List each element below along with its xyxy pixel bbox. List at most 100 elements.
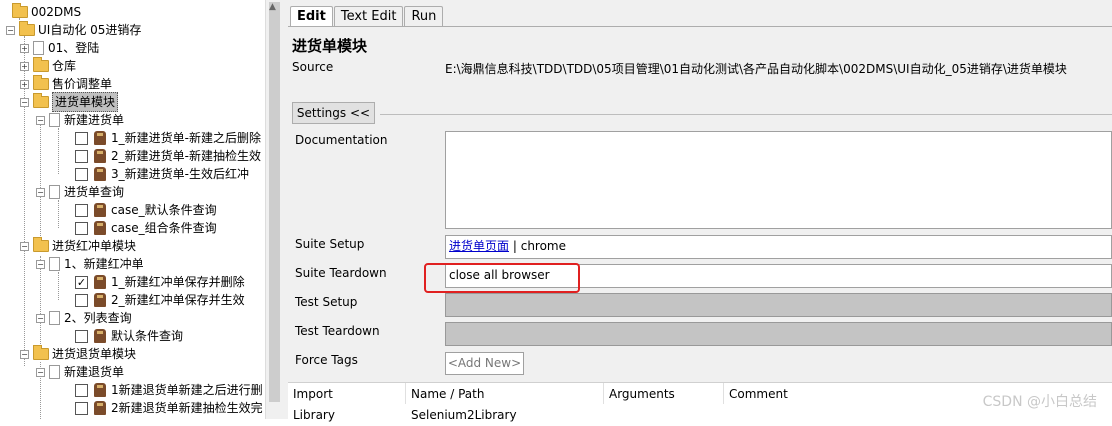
tree-node-label: 3_新建进货单-生效后红冲 bbox=[111, 167, 249, 181]
tree-node-return-module[interactable]: − 进货退货单模块 bbox=[20, 345, 136, 363]
suite-setup-field[interactable]: 进货单页面 | chrome bbox=[445, 235, 1112, 259]
collapse-icon[interactable]: − bbox=[36, 187, 45, 197]
tree-test-case[interactable]: ✓ 1_新建红冲单保存并删除 bbox=[75, 273, 245, 291]
tree-node-purchase-module[interactable]: − 进货单模块 bbox=[20, 92, 119, 112]
expand-icon[interactable]: + bbox=[20, 79, 29, 89]
tree-test-case[interactable]: 2_新建红冲单保存并生效 bbox=[75, 291, 245, 309]
source-label: Source bbox=[292, 60, 334, 74]
suite-setup-argument: chrome bbox=[520, 239, 567, 253]
column-header[interactable]: Arguments bbox=[604, 383, 724, 405]
tree-node-red-module[interactable]: − 进货红冲单模块 bbox=[20, 237, 136, 255]
tree-node-label: 进货单查询 bbox=[64, 185, 125, 199]
test-checkbox[interactable] bbox=[75, 401, 88, 415]
suite-teardown-label: Suite Teardown bbox=[295, 266, 387, 280]
file-icon bbox=[49, 113, 60, 127]
tree-scrollbar[interactable]: ▲ bbox=[265, 0, 282, 419]
robot-icon bbox=[94, 275, 106, 289]
collapse-icon[interactable]: − bbox=[20, 97, 29, 107]
test-checkbox-checked[interactable]: ✓ bbox=[75, 275, 88, 289]
tree-test-case[interactable]: 1新建退货单新建之后进行删 bbox=[75, 381, 263, 399]
folder-icon bbox=[33, 75, 49, 90]
scrollbar-thumb[interactable] bbox=[269, 2, 280, 402]
divider bbox=[380, 114, 1112, 115]
add-new-tag-button[interactable]: <Add New> bbox=[445, 352, 524, 375]
robot-icon bbox=[94, 221, 106, 235]
tree-node-label: 2_新建进货单-新建抽检生效 bbox=[111, 149, 261, 163]
folder-icon bbox=[33, 345, 49, 360]
tree-node-label: case_组合条件查询 bbox=[111, 221, 217, 235]
test-checkbox[interactable] bbox=[75, 149, 88, 163]
tree-test-case[interactable]: 2_新建进货单-新建抽检生效 bbox=[75, 147, 261, 165]
tree-node-new-red[interactable]: − 1、新建红冲单 bbox=[36, 255, 144, 273]
test-checkbox[interactable] bbox=[75, 293, 88, 307]
tree-node-login[interactable]: + 01、登陆 bbox=[20, 39, 99, 57]
tree-test-case[interactable]: 1_新建进货单-新建之后删除 bbox=[75, 129, 261, 147]
folder-icon bbox=[12, 3, 28, 18]
tree-node-label: 002DMS bbox=[31, 5, 82, 19]
collapse-icon[interactable]: − bbox=[36, 367, 45, 377]
test-checkbox[interactable] bbox=[75, 221, 88, 235]
tree-node-list-query[interactable]: − 2、列表查询 bbox=[36, 309, 132, 327]
collapse-icon[interactable]: − bbox=[6, 25, 15, 35]
collapse-icon[interactable]: − bbox=[20, 349, 29, 359]
tree-node-label: 2_新建红冲单保存并生效 bbox=[111, 293, 245, 307]
collapse-icon[interactable]: − bbox=[36, 313, 45, 323]
test-checkbox[interactable] bbox=[75, 383, 88, 397]
tree-node-label: 默认条件查询 bbox=[111, 329, 184, 343]
file-icon bbox=[49, 365, 60, 379]
tree-node-label: 仓库 bbox=[52, 59, 77, 73]
tree-node-label-selected: 进货单模块 bbox=[52, 92, 119, 112]
folder-icon bbox=[19, 21, 35, 36]
expand-icon[interactable]: + bbox=[20, 43, 29, 53]
test-checkbox[interactable] bbox=[75, 167, 88, 181]
edit-content: 进货单模块 Source E:\海鼎信息科技\TDD\TDD\05项目管理\01… bbox=[288, 26, 1112, 424]
collapse-icon[interactable]: − bbox=[20, 241, 29, 251]
tab-run[interactable]: Run bbox=[404, 6, 444, 26]
expand-icon[interactable]: + bbox=[20, 61, 29, 71]
test-setup-label: Test Setup bbox=[295, 295, 358, 309]
folder-icon bbox=[33, 237, 49, 252]
settings-toggle-button[interactable]: Settings << bbox=[292, 102, 375, 124]
tree-node-label: 2、列表查询 bbox=[64, 311, 132, 325]
table-cell[interactable]: Selenium2Library bbox=[406, 404, 604, 424]
table-cell[interactable]: Library bbox=[288, 404, 406, 424]
editor-panel: Edit Text Edit Run 进货单模块 Source E:\海鼎信息科… bbox=[282, 0, 1112, 424]
column-header[interactable]: Name / Path bbox=[406, 383, 604, 405]
documentation-field[interactable] bbox=[445, 131, 1112, 229]
test-setup-field[interactable] bbox=[445, 293, 1112, 317]
test-teardown-field[interactable] bbox=[445, 322, 1112, 346]
robot-icon bbox=[94, 383, 106, 397]
tree-node-new-purchase[interactable]: − 新建进货单 bbox=[36, 111, 124, 129]
tree-node-warehouse[interactable]: + 仓库 bbox=[20, 57, 76, 75]
tree-test-case[interactable]: 2新建退货单新建抽检生效完 bbox=[75, 399, 263, 417]
test-checkbox[interactable] bbox=[75, 131, 88, 145]
tree-node-label: 1_新建红冲单保存并删除 bbox=[111, 275, 245, 289]
tree-node-label: 新建退货单 bbox=[64, 365, 125, 379]
force-tags-label: Force Tags bbox=[295, 353, 358, 367]
tree-test-case[interactable]: case_默认条件查询 bbox=[75, 201, 217, 219]
tab-text-edit[interactable]: Text Edit bbox=[333, 6, 404, 26]
tree-test-case[interactable]: 默认条件查询 bbox=[75, 327, 183, 345]
tree-node-project[interactable]: − UI自动化 05进销存 bbox=[6, 21, 141, 39]
collapse-icon[interactable]: − bbox=[36, 115, 45, 125]
robot-icon bbox=[94, 203, 106, 217]
tree-test-case[interactable]: 3_新建进货单-生效后红冲 bbox=[75, 165, 249, 183]
scroll-up-icon[interactable]: ▲ bbox=[269, 2, 276, 12]
collapse-icon[interactable]: − bbox=[36, 259, 45, 269]
tree-node-purchase-query[interactable]: − 进货单查询 bbox=[36, 183, 124, 201]
column-header[interactable]: Import bbox=[288, 383, 406, 405]
tree-node-price-adjust[interactable]: + 售价调整单 bbox=[20, 75, 112, 93]
tree-node-label: 1_新建进货单-新建之后删除 bbox=[111, 131, 261, 145]
file-icon bbox=[49, 311, 60, 325]
tree-test-case[interactable]: case_组合条件查询 bbox=[75, 219, 217, 237]
tree-node-label: 01、登陆 bbox=[48, 41, 100, 55]
test-checkbox[interactable] bbox=[75, 203, 88, 217]
test-checkbox[interactable] bbox=[75, 329, 88, 343]
source-path: E:\海鼎信息科技\TDD\TDD\05项目管理\01自动化测试\各产品自动化脚… bbox=[445, 62, 1067, 76]
robot-icon bbox=[94, 131, 106, 145]
suite-setup-keyword-link[interactable]: 进货单页面 bbox=[449, 239, 509, 253]
tree-node-label: UI自动化 05进销存 bbox=[38, 23, 142, 37]
tree-node-root[interactable]: 002DMS bbox=[12, 3, 81, 21]
tab-edit[interactable]: Edit bbox=[290, 6, 333, 27]
tree-node-new-return[interactable]: − 新建退货单 bbox=[36, 363, 124, 381]
